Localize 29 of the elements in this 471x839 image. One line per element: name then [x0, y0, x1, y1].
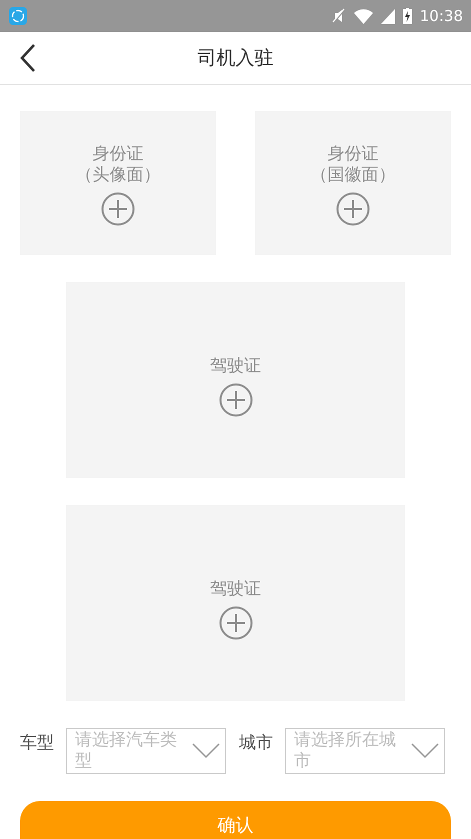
add-icon — [336, 192, 370, 226]
upload-label: 身份证 — [328, 144, 378, 165]
id-card-upload[interactable]: 身份证 （头像面） — [20, 111, 216, 255]
field-label: 车型 — [20, 732, 54, 755]
id-card-upload[interactable]: 身份证 （国徽面） — [255, 111, 451, 255]
signal-icon — [380, 8, 395, 24]
field-label: 城市 — [239, 732, 273, 755]
app-icon — [9, 7, 27, 25]
upload-sublabel: （国徽面） — [310, 165, 396, 186]
upload-label: 驾驶证 — [210, 578, 261, 600]
mute-icon — [332, 8, 346, 24]
add-icon — [218, 382, 252, 416]
page-title: 司机入驻 — [198, 46, 274, 71]
status-time: 10:38 — [420, 6, 463, 27]
license-upload[interactable]: 驾驶证 — [66, 505, 405, 701]
wifi-icon — [354, 8, 373, 24]
dropdown-field[interactable]: 请选择所在城市 — [285, 728, 445, 774]
chevron-down-icon — [411, 743, 439, 759]
upload-label: 身份证 — [92, 144, 144, 165]
license-upload[interactable]: 驾驶证 — [66, 282, 405, 478]
back-button[interactable] — [18, 43, 38, 73]
add-icon — [218, 606, 252, 640]
chevron-down-icon — [192, 743, 220, 759]
add-icon — [101, 192, 135, 226]
upload-label: 驾驶证 — [210, 356, 261, 376]
upload-sublabel: （头像面） — [76, 165, 160, 186]
battery-icon — [402, 8, 412, 24]
dropdown-field[interactable]: 请选择汽车类型 — [66, 728, 226, 774]
confirm-button[interactable]: 确认 — [20, 801, 451, 839]
